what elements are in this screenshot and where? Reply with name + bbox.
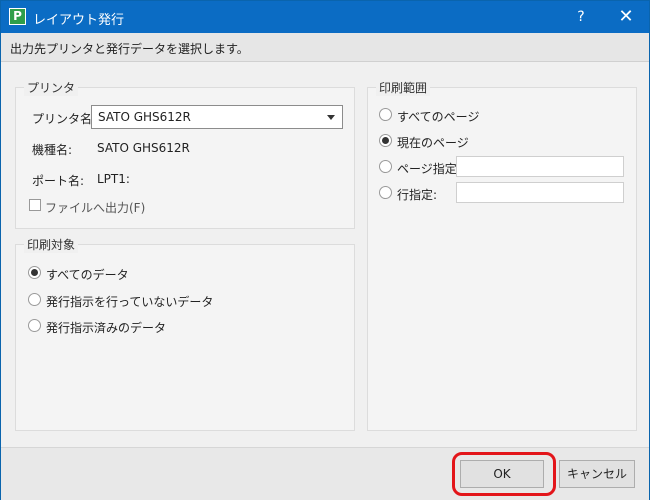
- port-value: LPT1:: [97, 172, 130, 186]
- radio-current-page[interactable]: [379, 134, 392, 147]
- radio-line-spec[interactable]: [379, 186, 392, 199]
- radio-all-data[interactable]: [28, 266, 41, 279]
- printer-name-select[interactable]: SATO GHS612R: [91, 105, 343, 129]
- page-spec-input[interactable]: [456, 156, 624, 177]
- help-button[interactable]: ?: [567, 3, 595, 31]
- file-output-checkbox[interactable]: [29, 199, 41, 211]
- window-title: レイアウト発行: [33, 13, 125, 28]
- radio-page-spec[interactable]: [379, 160, 392, 173]
- model-value: SATO GHS612R: [97, 141, 190, 155]
- dialog-window: P レイアウト発行 ? ✕ 出力先プリンタと発行データを選択します。 プリンタ …: [0, 0, 650, 500]
- printer-name-label: プリンタ名:: [32, 112, 97, 126]
- ok-highlight-annotation: [452, 452, 556, 496]
- close-button[interactable]: ✕: [611, 3, 641, 31]
- port-label: ポート名:: [32, 174, 85, 188]
- file-output-label[interactable]: ファイルへ出力(F): [45, 199, 145, 216]
- all-pages-label[interactable]: すべてのページ: [397, 108, 479, 125]
- printer-name-value: SATO GHS612R: [98, 110, 191, 124]
- chevron-down-icon: [327, 115, 335, 120]
- instruction-text: 出力先プリンタと発行データを選択します。: [10, 42, 249, 56]
- app-logo-icon: P: [9, 8, 26, 25]
- print-range-group-label: 印刷範囲: [376, 79, 431, 96]
- radio-unissued-data[interactable]: [28, 293, 41, 306]
- printer-group-label: プリンタ: [24, 79, 79, 96]
- option-unissued-data-label[interactable]: 発行指示を行っていないデータ: [46, 293, 213, 310]
- line-spec-input[interactable]: [456, 182, 624, 203]
- option-all-data-label[interactable]: すべてのデータ: [46, 266, 129, 283]
- radio-all-pages[interactable]: [379, 108, 392, 121]
- current-page-label[interactable]: 現在のページ: [397, 134, 469, 151]
- title-bar: P レイアウト発行 ? ✕: [1, 1, 649, 33]
- print-target-group-label: 印刷対象: [24, 236, 79, 253]
- cancel-button[interactable]: キャンセル: [559, 460, 635, 488]
- page-spec-label[interactable]: ページ指定:: [397, 160, 461, 177]
- line-spec-label[interactable]: 行指定:: [397, 186, 437, 203]
- instruction-bar: 出力先プリンタと発行データを選択します。: [1, 33, 649, 62]
- radio-issued-data[interactable]: [28, 319, 41, 332]
- model-label: 機種名:: [32, 143, 73, 157]
- option-issued-data-label[interactable]: 発行指示済みのデータ: [46, 319, 166, 336]
